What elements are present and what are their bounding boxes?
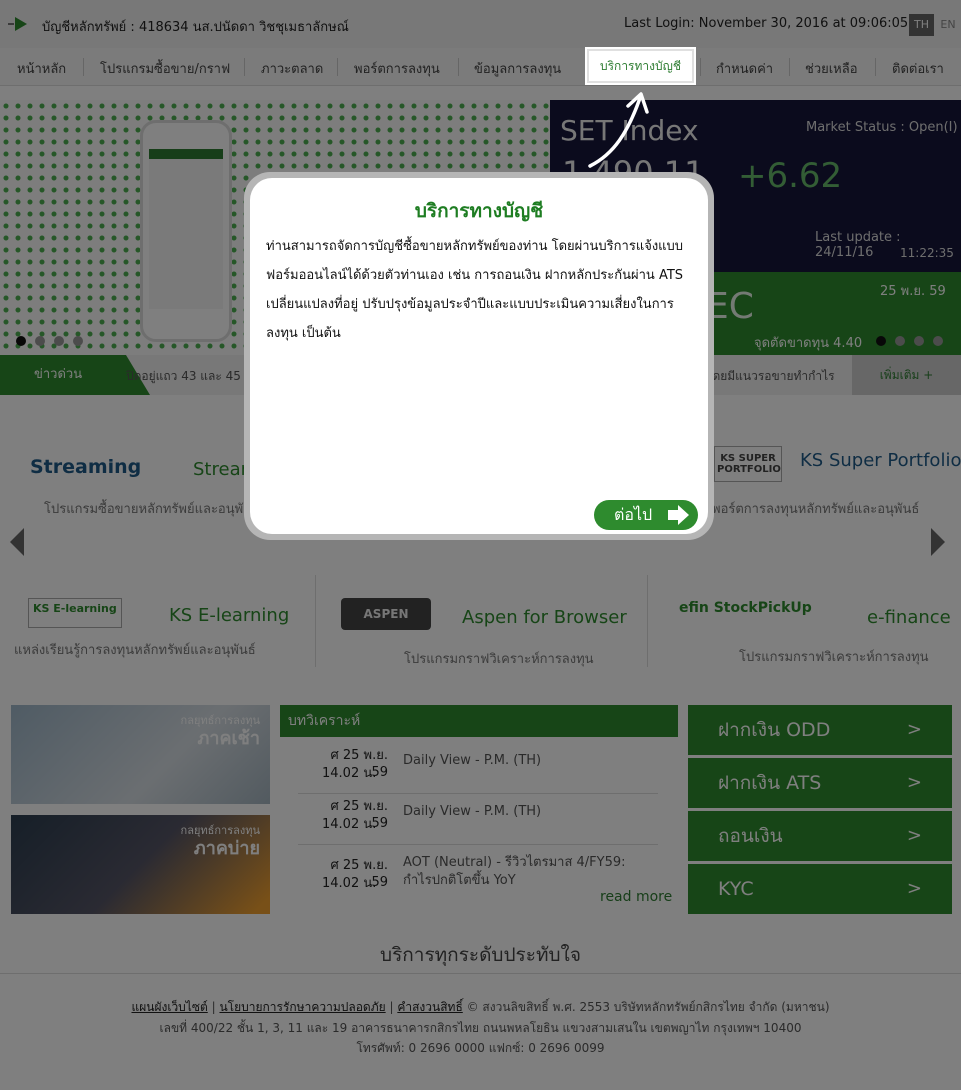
next-button[interactable]: ต่อไป [594, 500, 698, 530]
tour-pointer-arrow-icon [588, 92, 649, 168]
next-label: ต่อไป [614, 505, 653, 524]
nav-account-services[interactable]: บริการทางบัญชี [587, 49, 694, 83]
arrow-right-icon [668, 505, 689, 525]
tour-modal: บริการทางบัญชี ท่านสามารถจัดการบัญชีซื้อ… [244, 172, 714, 540]
modal-body: ท่านสามารถจัดการบัญชีซื้อขายหลักทรัพย์ขอ… [266, 239, 684, 341]
modal-title: บริการทางบัญชี [414, 200, 544, 222]
modal-overlay[interactable] [0, 0, 961, 1090]
tour-modal-content: บริการทางบัญชี ท่านสามารถจัดการบัญชีซื้อ… [250, 178, 708, 534]
